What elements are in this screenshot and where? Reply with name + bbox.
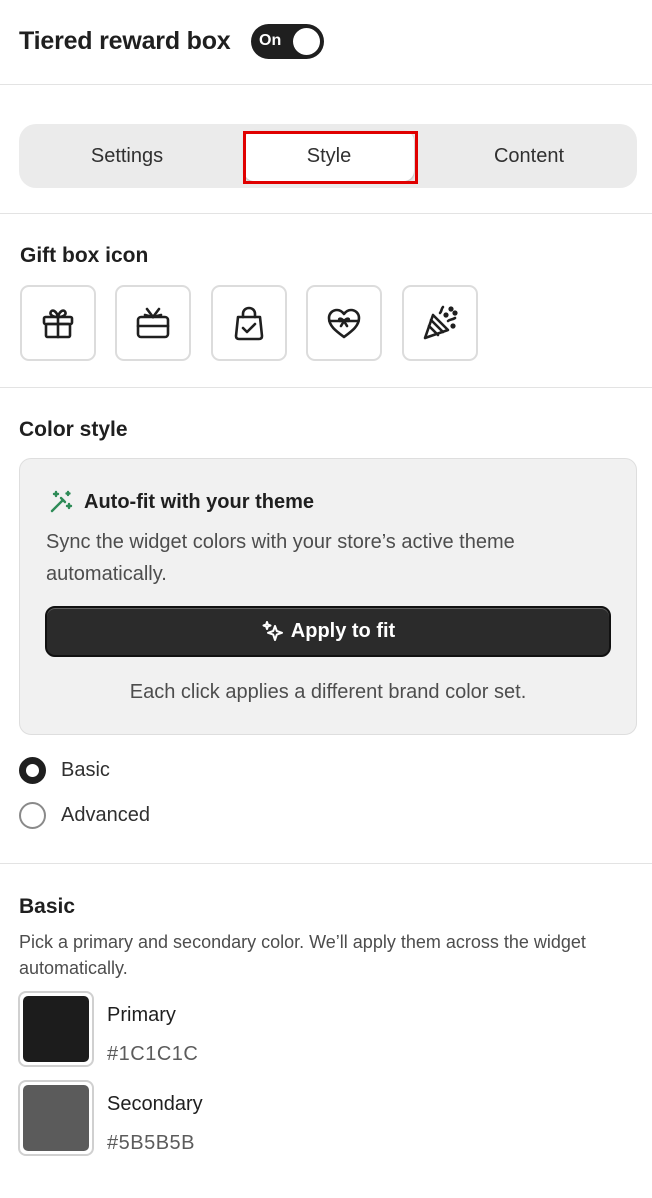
tab-bar: Settings Style Content [19, 124, 637, 188]
gift-box-section: Gift box icon [0, 214, 652, 388]
radio-basic-indicator[interactable] [19, 756, 46, 784]
tab-content[interactable]: Content [429, 124, 629, 188]
party-popper-icon [423, 305, 458, 340]
heart-ribbon-icon [327, 308, 361, 339]
radio-advanced-indicator[interactable] [19, 801, 46, 829]
secondary-color-swatch[interactable] [18, 1080, 94, 1156]
primary-color-name: Primary [107, 1004, 176, 1026]
color-style-section: Color style Auto-fit with your theme Syn… [0, 388, 652, 864]
autofit-title: Auto-fit with your theme [84, 491, 314, 513]
apply-to-fit-label: Apply to fit [290, 620, 396, 642]
gift-box-title: Gift box icon [20, 244, 149, 267]
header: Tiered reward box On [0, 0, 652, 85]
magic-wand-icon [50, 490, 73, 513]
secondary-color-hex: #5B5B5B [107, 1132, 196, 1154]
tabs-section: Settings Style Content [0, 85, 652, 214]
radio-basic-label: Basic [61, 758, 110, 781]
heart-option[interactable] [306, 285, 382, 361]
basic-colors-section: Basic Pick a primary and secondary color… [0, 864, 652, 1198]
gift-option[interactable] [20, 285, 96, 361]
apply-to-fit-button[interactable]: Apply to fit [45, 606, 611, 657]
enable-toggle[interactable]: On [251, 24, 324, 59]
secondary-color-name: Secondary [107, 1093, 203, 1115]
primary-color-swatch[interactable] [18, 991, 94, 1067]
sparkle-icon [262, 620, 283, 641]
primary-color-hex: #1C1C1C [107, 1043, 199, 1065]
radio-basic[interactable]: Basic [19, 756, 110, 784]
secondary-color-fill [23, 1085, 89, 1151]
tab-style[interactable]: Style [244, 131, 414, 181]
basic-description: Pick a primary and secondary color. We’l… [19, 932, 586, 978]
party-option[interactable] [402, 285, 478, 361]
gift-card-icon [136, 307, 170, 339]
basic-title: Basic [19, 895, 76, 918]
page-title: Tiered reward box [19, 27, 231, 55]
toggle-label: On [259, 32, 282, 49]
tab-settings[interactable]: Settings [19, 124, 235, 188]
primary-color-fill [23, 996, 89, 1062]
autofit-card: Auto-fit with your theme Sync the widget… [19, 458, 637, 735]
gift-icon [42, 309, 74, 339]
autofit-description: Sync the widget colors with your store’s… [46, 531, 515, 585]
color-style-title: Color style [19, 418, 128, 441]
autofit-note: Each click applies a different brand col… [129, 681, 527, 703]
gift-card-option[interactable] [115, 285, 191, 361]
shopping-bag-option[interactable] [211, 285, 287, 361]
radio-advanced[interactable]: Advanced [19, 801, 150, 829]
toggle-knob [293, 28, 320, 55]
radio-advanced-label: Advanced [61, 803, 150, 826]
shopping-bag-check-icon [234, 306, 264, 341]
